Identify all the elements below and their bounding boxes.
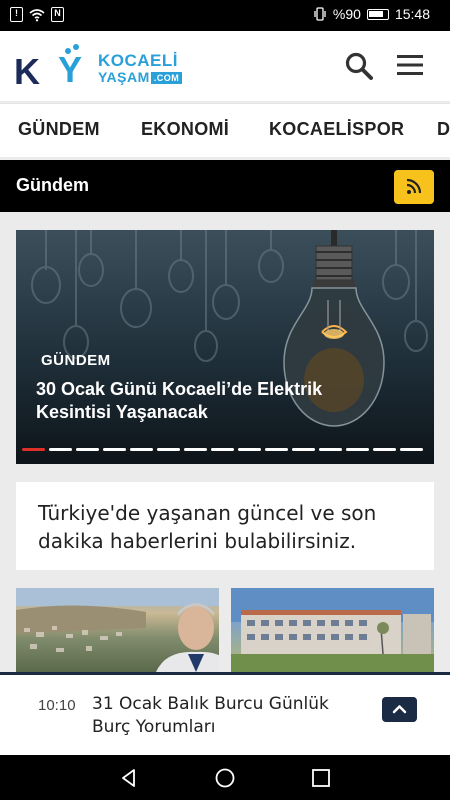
- chevron-up-icon[interactable]: [382, 697, 417, 722]
- slider-dot[interactable]: [130, 448, 153, 451]
- slider-dot[interactable]: [400, 448, 423, 451]
- hero-slider[interactable]: GÜNDEM 30 Ocak Günü Kocaeli’de Elektrik …: [16, 230, 434, 464]
- slider-dot[interactable]: [103, 448, 126, 451]
- hamburger-icon[interactable]: [396, 52, 424, 78]
- nav-item-gundem[interactable]: GÜNDEM: [18, 119, 100, 140]
- vibrate-icon: [314, 7, 326, 21]
- battery-icon: [366, 8, 389, 20]
- back-triangle-icon[interactable]: [118, 767, 140, 789]
- ticker-headline[interactable]: 31 Ocak Balık Burcu Günlük Burç Yorumlar…: [92, 693, 362, 739]
- hero-category[interactable]: GÜNDEM: [41, 352, 111, 369]
- slider-dot[interactable]: [319, 448, 342, 451]
- hero-image: [31, 230, 428, 427]
- logo-letter-k: K: [14, 51, 40, 92]
- nav-item-ekonomi[interactable]: EKONOMİ: [141, 119, 229, 140]
- nfc-icon: N: [51, 7, 64, 22]
- recents-square-icon[interactable]: [310, 767, 332, 789]
- slider-dot[interactable]: [238, 448, 261, 451]
- logo-letter-y: Y: [58, 49, 83, 90]
- status-right: %90 15:48: [313, 6, 430, 22]
- search-icon[interactable]: [344, 51, 374, 81]
- notification-icon: !: [10, 7, 23, 22]
- slider-dot[interactable]: [292, 448, 315, 451]
- slider-dot[interactable]: [211, 448, 234, 451]
- rss-icon[interactable]: [394, 170, 434, 204]
- section-title: Gündem: [16, 175, 90, 195]
- info-card: Türkiye'de yaşanan güncel ve son dakika …: [16, 482, 434, 570]
- status-bar: ! N %90 15:48: [0, 0, 450, 31]
- category-nav: GÜNDEM EKONOMİ KOCAELİSPOR D: [0, 103, 450, 157]
- logo-subtitle: YAŞAM .COM: [98, 69, 183, 85]
- slider-dot[interactable]: [76, 448, 99, 451]
- home-circle-icon[interactable]: [214, 767, 236, 789]
- nav-item-next[interactable]: D: [437, 119, 450, 140]
- status-time: 15:48: [394, 6, 430, 22]
- hero-title[interactable]: 30 Ocak Günü Kocaeli’de Elektrik Kesinti…: [36, 378, 396, 424]
- app-header: K Y KOCAELİ YAŞAM .COM: [0, 31, 450, 101]
- news-thumbnail[interactable]: [231, 588, 434, 672]
- slider-dot[interactable]: [49, 448, 72, 451]
- slider-dot[interactable]: [346, 448, 369, 451]
- logo-subtitle-text: YAŞAM: [98, 69, 150, 85]
- nav-item-kocaelispor[interactable]: KOCAELİSPOR: [269, 119, 404, 140]
- site-logo[interactable]: K Y KOCAELİ YAŞAM .COM: [14, 43, 214, 92]
- logo-suffix: .COM: [150, 72, 183, 85]
- wifi-icon: [29, 8, 45, 21]
- building-image: [231, 588, 434, 672]
- system-navigation-bar: [0, 755, 450, 800]
- info-text: Türkiye'de yaşanan güncel ve son dakika …: [38, 501, 377, 553]
- city-portrait-image: [16, 588, 219, 672]
- slider-dot[interactable]: [184, 448, 207, 451]
- logo-title: KOCAELİ: [98, 51, 178, 70]
- ticker-time: 10:10: [38, 697, 76, 714]
- slider-dots: [22, 448, 423, 451]
- status-left-icons: ! N: [10, 7, 64, 22]
- battery-percent: %90: [332, 6, 361, 22]
- breaking-news-ticker: 10:10 31 Ocak Balık Burcu Günlük Burç Yo…: [0, 672, 450, 755]
- slider-dot[interactable]: [157, 448, 180, 451]
- news-thumbnail[interactable]: [16, 588, 219, 672]
- slider-dot[interactable]: [265, 448, 288, 451]
- slider-dot[interactable]: [373, 448, 396, 451]
- section-header: Gündem: [0, 160, 450, 212]
- slider-dot[interactable]: [22, 448, 45, 451]
